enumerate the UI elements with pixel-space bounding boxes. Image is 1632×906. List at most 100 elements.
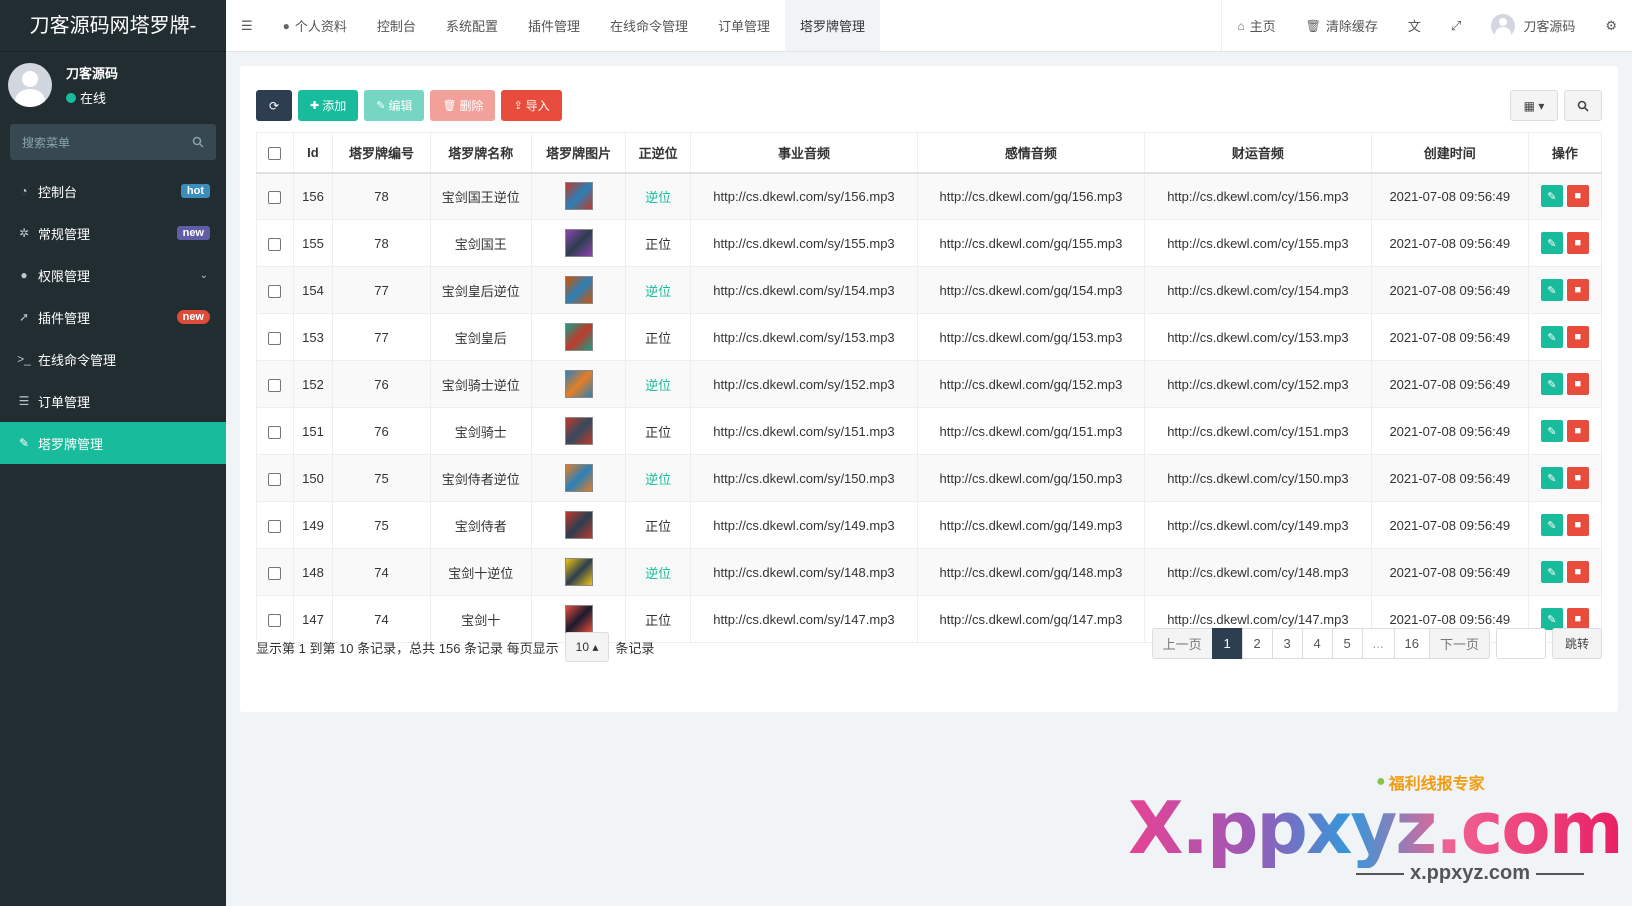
row-checkbox[interactable] — [268, 284, 282, 298]
sidebar-item-command[interactable]: >_ 在线命令管理 — [0, 338, 226, 380]
tarot-card-thumbnail[interactable] — [564, 558, 593, 586]
col-id[interactable]: Id — [292, 132, 334, 174]
row-delete-button[interactable]: ■ — [1566, 561, 1589, 583]
columns-toggle-button[interactable]: ▦ ▾ — [1510, 90, 1558, 121]
row-delete-button[interactable]: ■ — [1566, 373, 1589, 395]
tab-tarot[interactable]: 塔罗牌管理 — [785, 0, 881, 51]
row-checkbox[interactable] — [268, 472, 282, 486]
fullscreen-button[interactable]: ⤢ — [1436, 0, 1476, 51]
page-button[interactable]: 5 — [1331, 628, 1363, 659]
page-button[interactable]: 16 — [1393, 628, 1430, 659]
row-delete-button[interactable]: ■ — [1566, 326, 1589, 348]
add-button[interactable]: ✚ 添加 — [298, 90, 359, 121]
tab-command[interactable]: 在线命令管理 — [595, 0, 703, 51]
row-edit-button[interactable]: ✎ — [1540, 514, 1563, 536]
jump-button[interactable]: 跳转 — [1551, 628, 1602, 659]
col-career-audio[interactable]: 事业音频 — [690, 132, 918, 174]
menu-search-input[interactable]: 搜索菜单 — [10, 124, 216, 160]
search-toggle-button[interactable] — [1564, 90, 1602, 121]
row-edit-button[interactable]: ✎ — [1540, 279, 1563, 301]
row-checkbox[interactable] — [268, 237, 282, 251]
sidebar-item-addons[interactable]: ➚ 插件管理 new — [0, 296, 226, 338]
sidebar-item-general[interactable]: ✲ 常规管理 new — [0, 212, 226, 254]
col-love-audio[interactable]: 感情音频 — [916, 132, 1145, 174]
row-checkbox[interactable] — [268, 331, 282, 345]
tab-profile[interactable]: ● 个人资料 — [268, 0, 362, 51]
select-all-checkbox[interactable] — [268, 146, 282, 160]
hamburger-icon[interactable]: ☰ — [241, 18, 253, 34]
tab-orders[interactable]: 订单管理 — [703, 0, 785, 51]
tarot-card-thumbnail[interactable] — [564, 323, 593, 351]
row-checkbox[interactable] — [268, 519, 282, 533]
table-row[interactable]: 151 76 宝剑骑士 正位 http://cs.dkewl.com/sy/151.mp… — [256, 407, 1603, 455]
table-row[interactable]: 156 78 宝剑国王逆位 逆位 http://cs.dkewl.com/sy/156.… — [256, 172, 1603, 220]
language-button[interactable]: 文 — [1393, 0, 1436, 51]
row-delete-button[interactable]: ■ — [1566, 608, 1589, 630]
table-row[interactable]: 153 77 宝剑皇后 正位 http://cs.dkewl.com/sy/153.mp… — [256, 313, 1603, 361]
row-edit-button[interactable]: ✎ — [1540, 467, 1563, 489]
tarot-card-thumbnail[interactable] — [564, 511, 593, 539]
row-edit-button[interactable]: ✎ — [1540, 608, 1563, 630]
refresh-button[interactable]: ⟳ — [256, 90, 292, 121]
tab-addons[interactable]: 插件管理 — [513, 0, 595, 51]
row-delete-button[interactable]: ■ — [1566, 467, 1589, 489]
table-row[interactable]: 150 75 宝剑侍者逆位 逆位 http://cs.dkewl.com/sy/150.… — [256, 454, 1603, 502]
tarot-card-thumbnail[interactable] — [564, 605, 593, 633]
row-checkbox[interactable] — [268, 425, 282, 439]
row-checkbox[interactable] — [268, 378, 282, 392]
page-size-select[interactable]: 10 ▴ — [564, 632, 610, 662]
table-row[interactable]: 152 76 宝剑骑士逆位 逆位 http://cs.dkewl.com/sy/152.… — [256, 360, 1603, 408]
user-menu[interactable]: 刀客源码 — [1476, 0, 1590, 51]
tarot-card-thumbnail[interactable] — [564, 370, 593, 398]
jump-page-input[interactable] — [1495, 628, 1546, 659]
row-edit-button[interactable]: ✎ — [1540, 232, 1563, 254]
import-button[interactable]: ⇪ 导入 — [501, 90, 562, 121]
home-link[interactable]: ⌂ 主页 — [1222, 0, 1290, 51]
tarot-card-thumbnail[interactable] — [564, 417, 593, 445]
table-row[interactable]: 154 77 宝剑皇后逆位 逆位 http://cs.dkewl.com/sy/154.… — [256, 266, 1603, 314]
col-name[interactable]: 塔罗牌名称 — [429, 132, 533, 174]
row-delete-button[interactable]: ■ — [1566, 185, 1589, 208]
sidebar-item-auth[interactable]: ● 权限管理 ⌄ — [0, 254, 226, 296]
row-edit-button[interactable]: ✎ — [1540, 561, 1563, 583]
tarot-card-thumbnail[interactable] — [564, 464, 593, 492]
row-checkbox[interactable] — [268, 566, 282, 580]
col-position[interactable]: 正逆位 — [625, 132, 691, 174]
col-image[interactable]: 塔罗牌图片 — [531, 132, 627, 174]
row-checkbox[interactable] — [268, 613, 282, 627]
page-button[interactable]: 2 — [1241, 628, 1273, 659]
sidebar-item-orders[interactable]: ☰ 订单管理 — [0, 380, 226, 422]
row-edit-button[interactable]: ✎ — [1540, 373, 1563, 395]
next-page-button[interactable]: 下一页 — [1428, 628, 1490, 659]
row-delete-button[interactable]: ■ — [1566, 279, 1589, 301]
table-row[interactable]: 149 75 宝剑侍者 正位 http://cs.dkewl.com/sy/149.mp… — [256, 501, 1603, 549]
col-wealth-audio[interactable]: 财运音频 — [1143, 132, 1372, 174]
col-created-time[interactable]: 创建时间 — [1370, 132, 1529, 174]
row-delete-button[interactable]: ■ — [1566, 232, 1589, 254]
tarot-card-thumbnail[interactable] — [564, 276, 593, 304]
sidebar-toggle-button[interactable]: ☰ — [226, 0, 268, 51]
page-button[interactable]: 1 — [1211, 628, 1243, 659]
edit-button[interactable]: ✎ 编辑 — [364, 90, 425, 121]
sidebar-item-tarot[interactable]: ✎ 塔罗牌管理 — [0, 422, 226, 464]
sidebar-item-dashboard[interactable]: ◔ 控制台 hot — [0, 170, 226, 212]
row-edit-button[interactable]: ✎ — [1540, 326, 1563, 348]
row-checkbox[interactable] — [268, 190, 282, 204]
row-delete-button[interactable]: ■ — [1566, 420, 1589, 442]
tab-dashboard[interactable]: 控制台 — [362, 0, 431, 51]
tab-config[interactable]: 系统配置 — [431, 0, 513, 51]
row-delete-button[interactable]: ■ — [1566, 514, 1589, 536]
tarot-card-thumbnail[interactable] — [564, 229, 593, 257]
settings-button[interactable]: ⚙ — [1590, 0, 1632, 51]
table-row[interactable]: 148 74 宝剑十逆位 逆位 http://cs.dkewl.com/sy/148.m… — [256, 548, 1603, 596]
prev-page-button[interactable]: 上一页 — [1151, 628, 1213, 659]
page-button[interactable]: 3 — [1271, 628, 1303, 659]
row-edit-button[interactable]: ✎ — [1540, 185, 1563, 208]
search-icon[interactable] — [192, 136, 204, 148]
clear-cache-button[interactable]: 🗑︎ 清除缓存 — [1291, 0, 1393, 51]
delete-button[interactable]: 🗑︎ 删除 — [430, 90, 496, 121]
tarot-card-thumbnail[interactable] — [564, 182, 593, 211]
table-row[interactable]: 155 78 宝剑国王 正位 http://cs.dkewl.com/sy/155.mp… — [256, 219, 1603, 267]
app-logo[interactable]: 刀客源码网塔罗牌- — [0, 0, 226, 52]
page-button[interactable]: 4 — [1301, 628, 1333, 659]
